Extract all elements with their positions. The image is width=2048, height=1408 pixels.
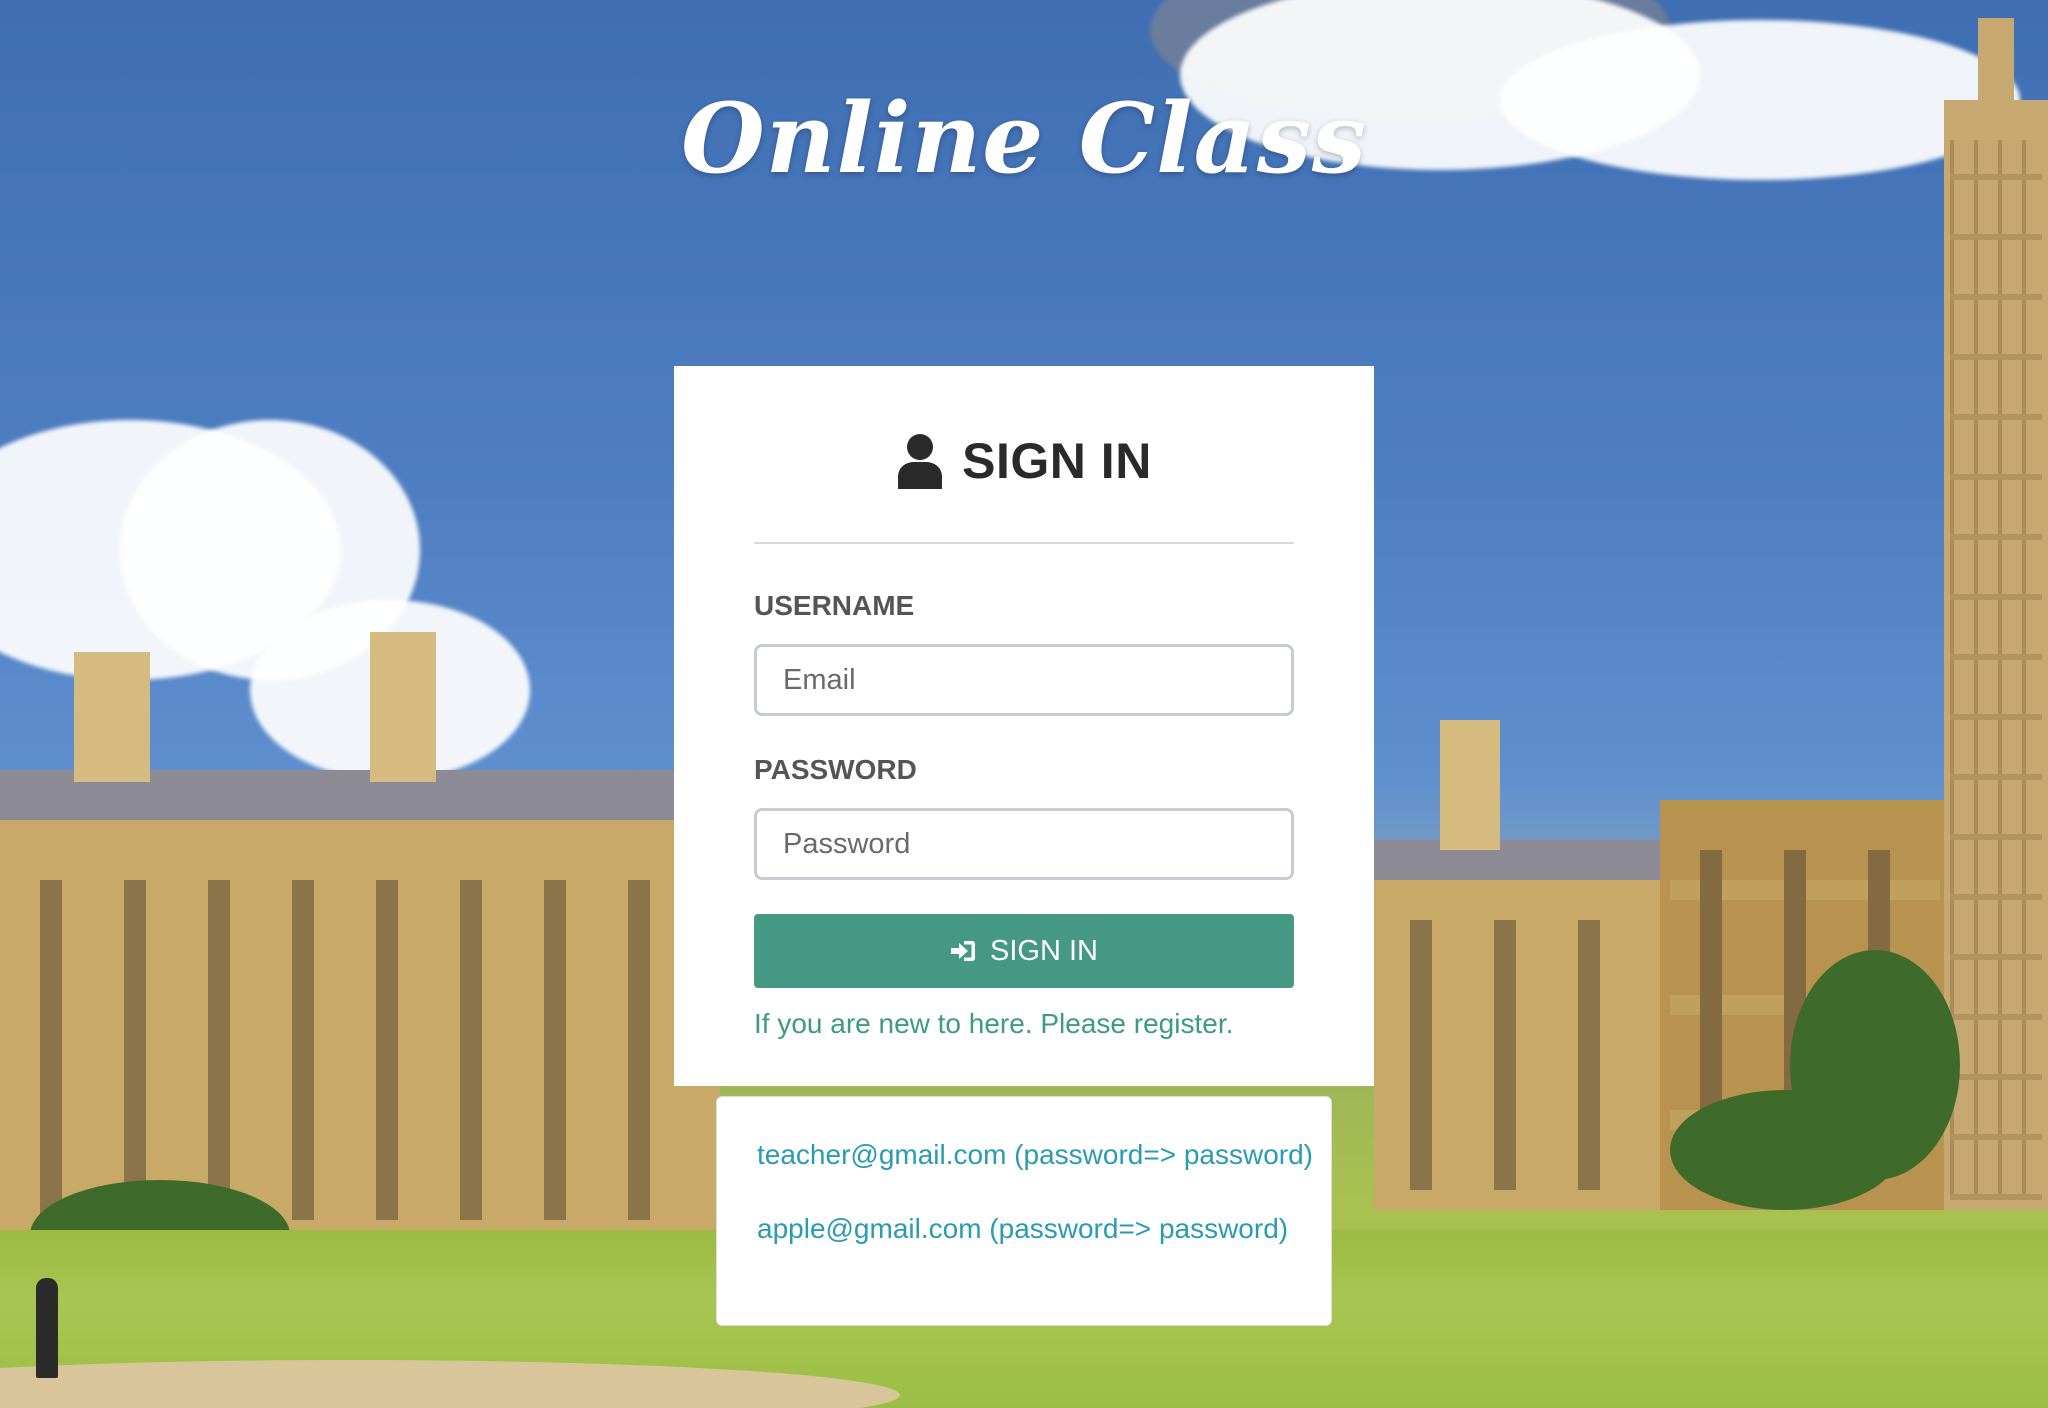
user-icon — [896, 433, 944, 489]
sign-in-icon — [950, 938, 976, 964]
demo-account-apple[interactable]: apple@gmail.com (password=> password) — [757, 1213, 1288, 1245]
password-label: PASSWORD — [754, 754, 917, 785]
chimney-shape — [370, 632, 436, 782]
demo-account-teacher[interactable]: teacher@gmail.com (password=> password) — [757, 1139, 1313, 1171]
signin-title: SIGN IN — [962, 433, 1152, 489]
person-figure — [36, 1278, 58, 1378]
background-scene: Online Class SIGN IN USERNAME PASSWORD — [0, 0, 2048, 1408]
site-title: Online Class — [681, 82, 1367, 195]
signin-button-label: SIGN IN — [990, 934, 1098, 967]
username-label: USERNAME — [754, 590, 915, 621]
signin-header: SIGN IN — [754, 366, 1294, 544]
signin-button[interactable]: SIGN IN — [754, 914, 1294, 988]
tree-shape — [1670, 1090, 1900, 1210]
demo-accounts-card: teacher@gmail.com (password=> password) … — [716, 1096, 1332, 1326]
windows-pattern — [10, 880, 710, 1220]
chimney-shape — [74, 652, 150, 782]
email-input[interactable] — [754, 644, 1294, 716]
tower-detail — [1950, 140, 2042, 1200]
password-input[interactable] — [754, 808, 1294, 880]
signin-card: SIGN IN USERNAME PASSWORD SIGN IN If you… — [674, 366, 1374, 1086]
register-link[interactable]: If you are new to here. Please register. — [754, 1008, 1233, 1040]
chimney-shape — [1440, 720, 1500, 850]
windows-pattern — [1380, 920, 1670, 1190]
